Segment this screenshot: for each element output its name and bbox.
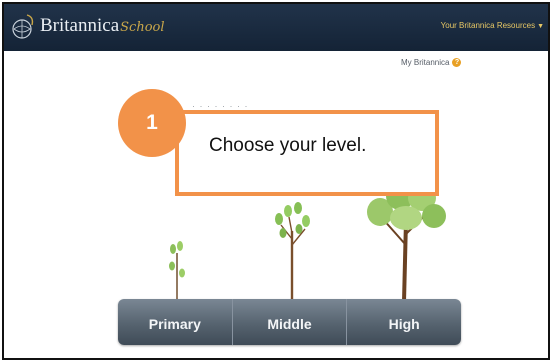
instruction-text: Choose your level. (209, 135, 367, 156)
level-middle-button[interactable]: Middle (231, 299, 347, 345)
resources-menu[interactable]: Your Britannica Resources ▼ (441, 21, 544, 30)
help-icon[interactable]: ? (452, 58, 462, 67)
brand-subtitle: School (120, 20, 165, 35)
primary-sapling-icon (169, 241, 185, 301)
my-britannica-link[interactable]: My Britannica ? (401, 58, 462, 67)
my-britannica-label: My Britannica (401, 58, 450, 67)
top-navigation-bar: Britannica School Your Britannica Resour… (4, 4, 548, 51)
instruction-callout: Choose your level. (175, 110, 439, 196)
level-primary-button[interactable]: Primary (118, 299, 232, 345)
resources-menu-label: Your Britannica Resources (440, 21, 536, 30)
step-number-badge: 1 (118, 89, 186, 157)
brand-name: Britannica (40, 15, 120, 36)
level-selector: Primary Middle High (118, 299, 461, 345)
globe-logo-icon (12, 14, 34, 39)
brand-logo[interactable]: Britannica School (10, 10, 165, 42)
caret-down-icon: ▼ (537, 23, 544, 30)
page-frame: Britannica School Your Britannica Resour… (2, 2, 550, 360)
middle-tree-icon (275, 202, 310, 302)
level-high-button[interactable]: High (346, 299, 461, 345)
